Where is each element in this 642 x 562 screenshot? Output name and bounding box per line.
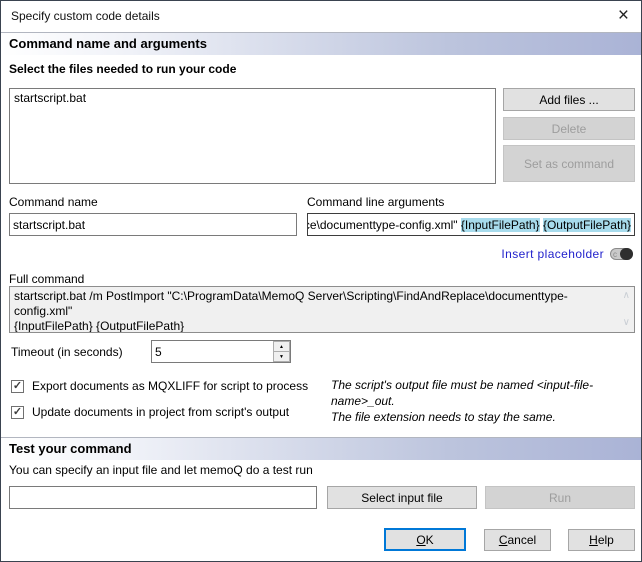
- timeout-input[interactable]: [152, 341, 273, 362]
- update-documents-checkbox[interactable]: ✓: [11, 406, 24, 419]
- placeholder-token-outputfilepath: {OutputFilePath}: [543, 218, 631, 232]
- update-documents-label[interactable]: Update documents in project from script'…: [32, 405, 289, 419]
- section-header-command-label: Command name and arguments: [9, 36, 207, 51]
- files-label: Select the files needed to run your code: [9, 62, 236, 76]
- cancel-key: C: [499, 533, 508, 547]
- spin-down-icon: ▼: [279, 354, 284, 360]
- export-mqxliff-checkbox[interactable]: ✓: [11, 380, 24, 393]
- run-button: Run: [485, 486, 635, 509]
- set-as-command-button: Set as command: [503, 145, 635, 182]
- cancel-rest: ancel: [507, 533, 536, 547]
- full-command-line-2: {InputFilePath} {OutputFilePath}: [14, 319, 612, 333]
- full-command-box[interactable]: startscript.bat /m PostImport "C:\Progra…: [9, 286, 635, 333]
- insert-placeholder-link[interactable]: Insert placeholder: [501, 247, 604, 261]
- dialog-specify-custom-code-details: Specify custom code details × Command na…: [0, 0, 642, 562]
- section-header-command: Command name and arguments: [1, 32, 641, 55]
- timeout-spin-buttons: ▲ ▼: [273, 341, 290, 362]
- section-header-test-label: Test your command: [9, 441, 132, 456]
- full-command-line-1: startscript.bat /m PostImport "C:\Progra…: [14, 289, 612, 319]
- arguments-text: ndReplace\documenttype-config.xml": [307, 218, 461, 232]
- close-icon[interactable]: ×: [618, 4, 629, 28]
- test-description: You can specify an input file and let me…: [9, 463, 313, 477]
- command-name-label: Command name: [9, 195, 98, 209]
- scroll-down-icon[interactable]: ∨: [623, 318, 630, 328]
- timeout-spinner[interactable]: ▲ ▼: [151, 340, 291, 363]
- help-rest: elp: [598, 533, 614, 547]
- command-arguments-label: Command line arguments: [307, 195, 444, 209]
- insert-placeholder-row: Insert placeholder c: [501, 247, 633, 261]
- command-arguments-input[interactable]: ndReplace\documenttype-config.xml" {Inpu…: [307, 213, 635, 236]
- checkmark-icon: ✓: [13, 407, 22, 418]
- ok-button[interactable]: OK: [384, 528, 466, 551]
- add-files-button[interactable]: Add files ...: [503, 88, 635, 111]
- note-line-2: The file extension needs to stay the sam…: [331, 409, 641, 425]
- checkmark-icon: ✓: [13, 381, 22, 392]
- ok-key: O: [416, 533, 425, 547]
- list-item-file[interactable]: startscript.bat: [10, 89, 495, 107]
- spin-up-icon: ▲: [279, 344, 284, 350]
- full-command-label: Full command: [9, 272, 84, 286]
- placeholder-token-inputfilepath: {InputFilePath}: [461, 218, 540, 232]
- ok-rest: K: [426, 533, 434, 547]
- script-output-note: The script's output file must be named <…: [331, 377, 641, 425]
- export-mqxliff-label[interactable]: Export documents as MQXLIFF for script t…: [32, 379, 308, 393]
- command-name-input[interactable]: [9, 213, 297, 236]
- scroll-up-icon[interactable]: ∧: [623, 291, 630, 301]
- spin-down-button[interactable]: ▼: [273, 352, 290, 362]
- insert-placeholder-toggle-icon[interactable]: c: [610, 248, 633, 260]
- note-line-1: The script's output file must be named <…: [331, 377, 641, 409]
- cancel-button[interactable]: Cancel: [484, 529, 551, 551]
- timeout-label: Timeout (in seconds): [11, 345, 123, 359]
- help-key: H: [589, 533, 598, 547]
- update-documents-row: ✓ Update documents in project from scrip…: [11, 405, 289, 419]
- section-header-test: Test your command: [1, 437, 641, 460]
- spin-up-button[interactable]: ▲: [273, 341, 290, 352]
- test-input-file-field[interactable]: [9, 486, 317, 509]
- export-mqxliff-row: ✓ Export documents as MQXLIFF for script…: [11, 379, 308, 393]
- titlebar: Specify custom code details ×: [1, 1, 641, 32]
- select-input-file-button[interactable]: Select input file: [327, 486, 477, 509]
- delete-button: Delete: [503, 117, 635, 140]
- toggle-knob: [620, 248, 633, 260]
- files-listbox[interactable]: startscript.bat: [9, 88, 496, 184]
- help-button[interactable]: Help: [568, 529, 635, 551]
- toggle-glyph: c: [613, 249, 617, 260]
- window-title: Specify custom code details: [11, 9, 160, 23]
